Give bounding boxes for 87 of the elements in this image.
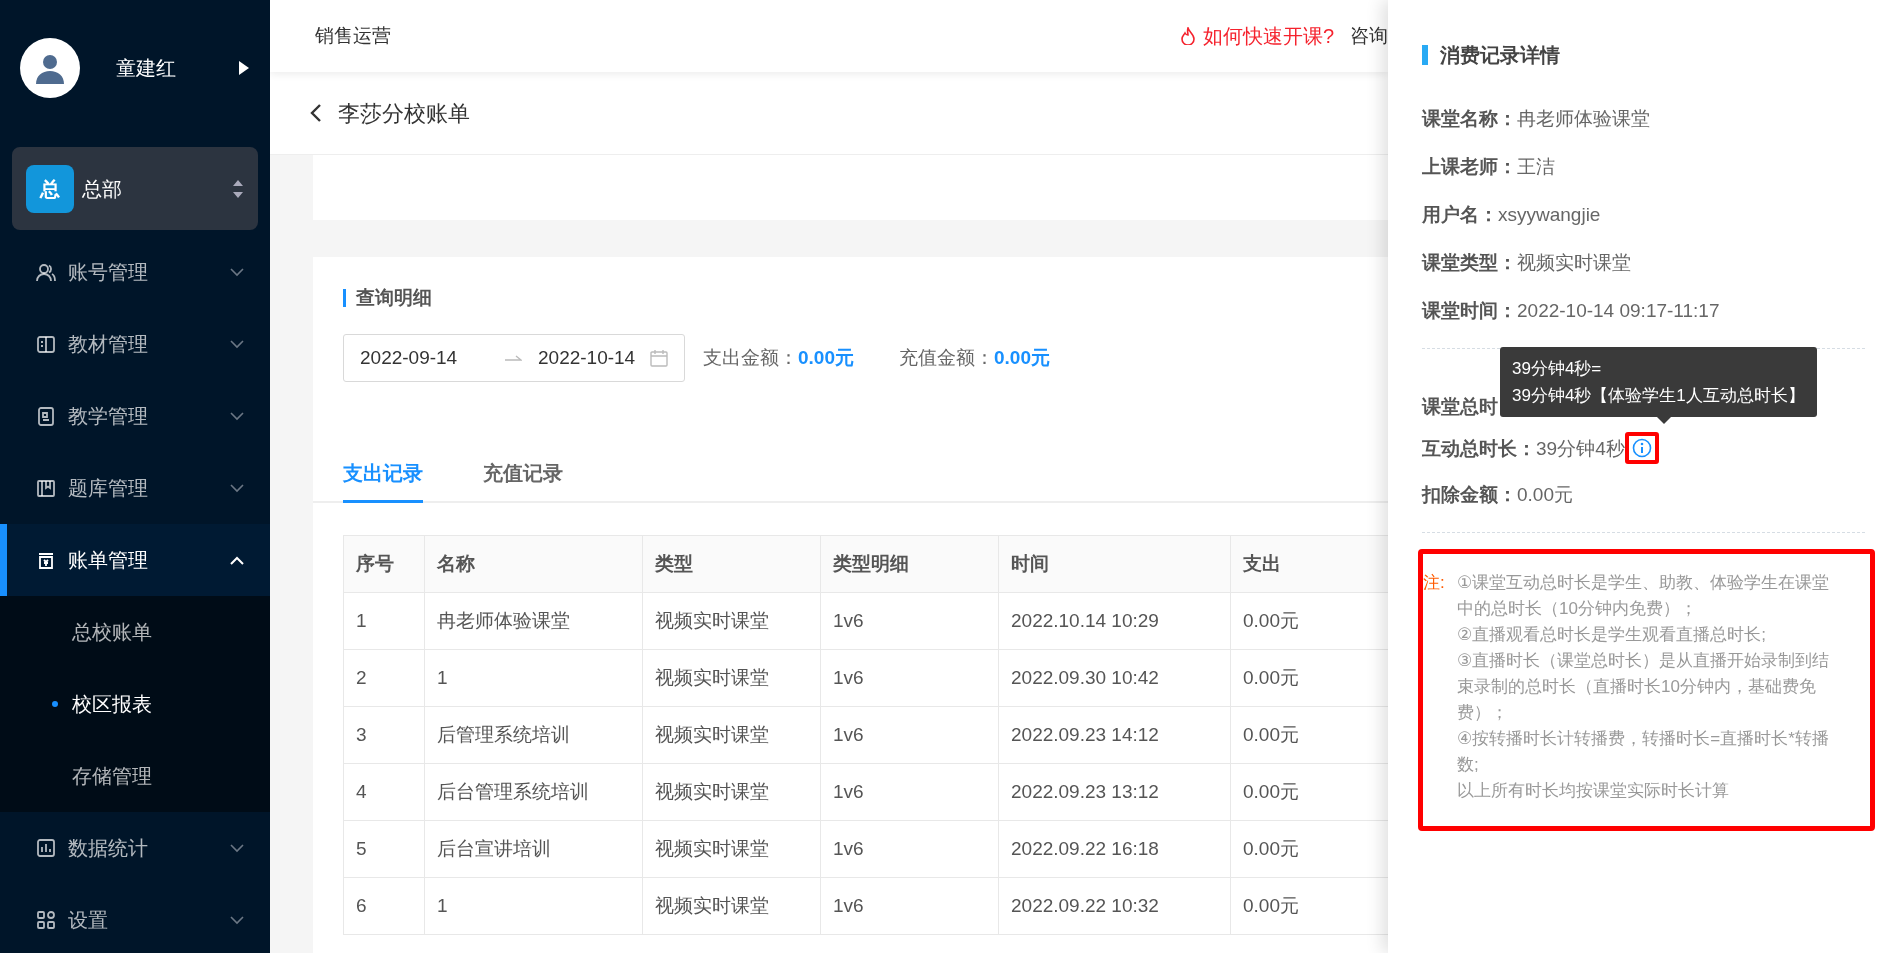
table-cell: 冉老师体验课堂 <box>424 592 643 650</box>
table-cell: 1v6 <box>820 649 999 707</box>
table-cell: 2 <box>343 649 425 707</box>
summary-label: 充值金额： <box>899 345 994 370</box>
detail-field: 互动总时长：39分钟4秒 <box>1422 436 1625 460</box>
table-cell: 2022.09.23 14:12 <box>998 706 1231 764</box>
table-cell: 视频实时课堂 <box>642 820 821 878</box>
table-cell: 1 <box>424 649 643 707</box>
column-header: 名称 <box>424 535 643 593</box>
table-cell: 后管理系统培训 <box>424 706 643 764</box>
table-cell: 后台宣讲培训 <box>424 820 643 878</box>
column-header: 序号 <box>343 535 425 593</box>
table-cell: 3 <box>343 706 425 764</box>
grid-icon <box>36 910 56 930</box>
table-cell: 2022.09.30 10:42 <box>998 649 1231 707</box>
library-icon <box>36 478 56 498</box>
active-indicator <box>0 524 7 596</box>
org-name: 总部 <box>82 176 123 202</box>
table-cell: 1v6 <box>820 706 999 764</box>
menu-item[interactable]: 设置 <box>0 884 270 953</box>
table-cell: 5 <box>343 820 425 878</box>
table-cell: 视频实时课堂 <box>642 649 821 707</box>
menu-item[interactable]: 数据统计 <box>0 812 270 884</box>
tooltip-arrow <box>1657 417 1671 424</box>
sort-icon <box>232 178 244 199</box>
tooltip: 39分钟4秒= 39分钟4秒【体验学生1人互动总时长】 <box>1500 347 1817 417</box>
column-header: 支出 <box>1230 535 1388 593</box>
submenu-item[interactable]: 总校账单 <box>0 596 270 668</box>
page-title: 销售运营 <box>315 23 391 48</box>
detail-field: 课堂名称：冉老师体验课堂 <box>1422 107 1650 130</box>
people-icon <box>36 262 56 282</box>
menu-item[interactable]: 题库管理 <box>0 452 270 524</box>
detail-field: 课堂总时 <box>1422 395 1498 418</box>
note-label: 注: <box>1423 572 1446 594</box>
table-cell: 视频实时课堂 <box>642 592 821 650</box>
tab[interactable]: 充值记录 <box>483 444 563 503</box>
consult-link[interactable]: 咨询 <box>1350 21 1388 51</box>
caret-icon <box>238 59 250 76</box>
table-cell: 2022.09.23 13:12 <box>998 763 1231 821</box>
column-header: 类型明细 <box>820 535 999 593</box>
menu-item[interactable]: 教学管理 <box>0 380 270 452</box>
table-cell: 1 <box>424 877 643 935</box>
table-cell: 后台管理系统培训 <box>424 763 643 821</box>
note-text: ①课堂互动总时长是学生、助教、体验学生在课堂中的总时长（10分钟内免费）； ②直播观看总时长是学生观看直播总时长; ③直播时长（课堂总时长）是从直播开始录制到结束录制的总时长（直播时长10分钟内，基础费免费）； ④按转播时长计转播费，转播时长=直播时长*转播数; 以上所有时长均按课堂实际时长计算 <box>1457 572 1831 802</box>
table-cell: 1v6 <box>820 592 999 650</box>
table-cell: 1v6 <box>820 877 999 935</box>
page-heading: 李莎分校账单 <box>338 99 470 128</box>
table-cell: 2022.10.14 10:29 <box>998 592 1231 650</box>
detail-field: 用户名：xsyywangjie <box>1422 203 1601 226</box>
calendar-icon <box>650 349 668 367</box>
table-cell: 2022.09.22 16:18 <box>998 820 1231 878</box>
menu-item[interactable]: 账单管理 <box>0 524 270 596</box>
submenu-item[interactable]: 存储管理 <box>0 740 270 812</box>
detail-field: 上课老师：王洁 <box>1422 155 1555 178</box>
table-cell: 4 <box>343 763 425 821</box>
table-cell: 1v6 <box>820 820 999 878</box>
back-icon[interactable] <box>310 103 322 123</box>
user-name: 童建红 <box>116 55 177 81</box>
chart-icon <box>36 838 56 858</box>
table-cell: 视频实时课堂 <box>642 877 821 935</box>
org-badge: 总 <box>26 164 74 213</box>
summary-value: 0.00元 <box>994 345 1050 370</box>
menu-item[interactable]: 教材管理 <box>0 308 270 380</box>
info-icon[interactable] <box>1624 432 1659 464</box>
panel-title: 消费记录详情 <box>1422 45 1865 65</box>
table-cell: 6 <box>343 877 425 935</box>
help-link[interactable]: 如何快速开课? <box>1202 21 1334 51</box>
board-icon <box>36 406 56 426</box>
book-icon <box>36 334 56 354</box>
org-selector[interactable]: 总 总部 <box>12 147 258 230</box>
summary-value: 0.00元 <box>798 345 854 370</box>
column-header: 类型 <box>642 535 821 593</box>
table-cell: 1 <box>343 592 425 650</box>
date-range-field[interactable]: 2022-09-14 2022-10-14 <box>343 334 685 382</box>
column-header: 时间 <box>998 535 1231 593</box>
detail-field: 课堂时间：2022-10-14 09:17-11:17 <box>1422 299 1720 322</box>
table-cell: 视频实时课堂 <box>642 706 821 764</box>
submenu-item[interactable]: 校区报表 <box>0 668 270 740</box>
detail-field: 课堂类型：视频实时课堂 <box>1422 251 1631 274</box>
summary-label: 支出金额： <box>703 345 798 370</box>
table-cell: 视频实时课堂 <box>642 763 821 821</box>
table-cell: 1v6 <box>820 763 999 821</box>
flame-icon <box>1180 27 1195 45</box>
bill-icon <box>36 550 56 570</box>
menu-item[interactable]: 账号管理 <box>0 236 270 308</box>
table-cell: 2022.09.22 10:32 <box>998 877 1231 935</box>
detail-field: 扣除金额：0.00元 <box>1422 483 1573 506</box>
